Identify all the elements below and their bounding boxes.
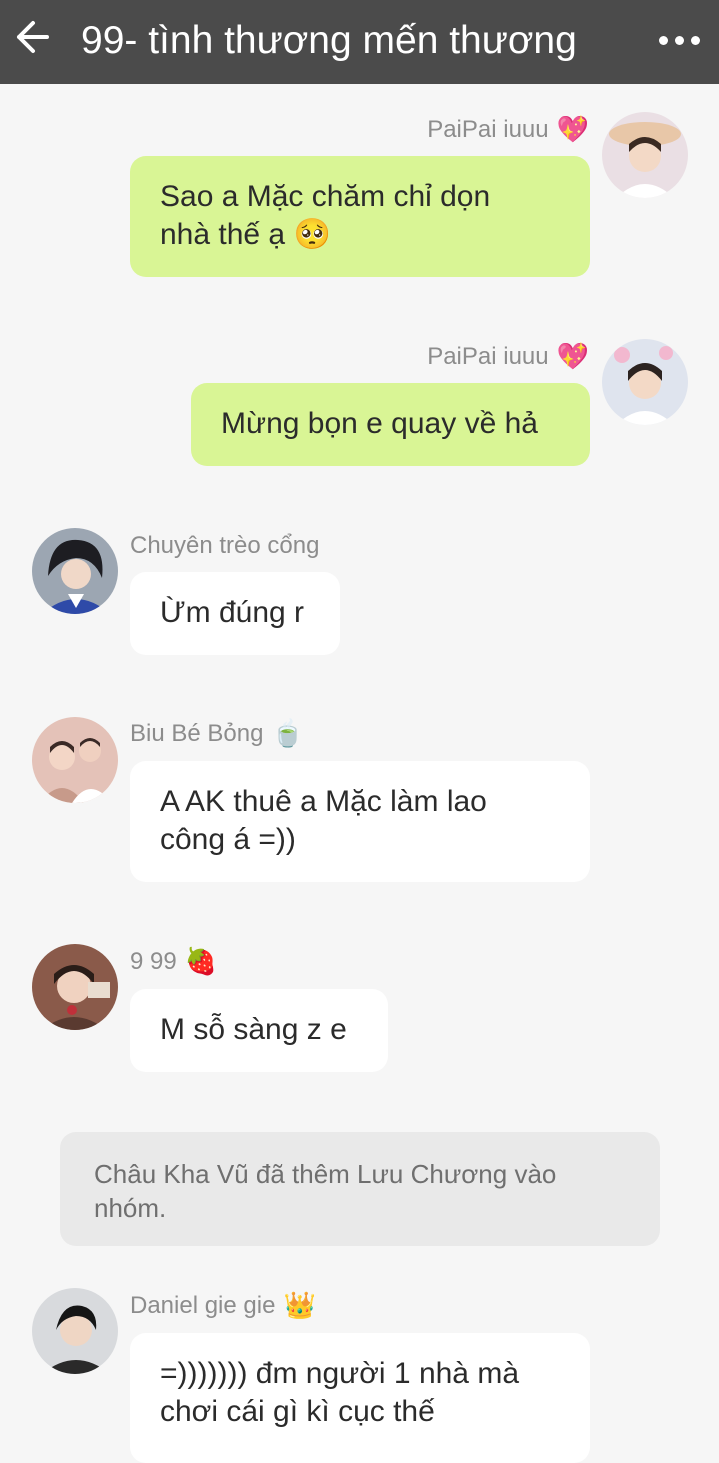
message-text: Sao a Mặc chăm chỉ dọn	[160, 180, 491, 213]
avatar-image	[32, 1288, 118, 1374]
message-sender: Daniel gie gie 👑	[130, 1292, 316, 1320]
message-text: nhà thế ạ 🥺	[160, 218, 331, 251]
sender-name: PaiPai iuuu	[427, 343, 549, 370]
back-button[interactable]	[8, 14, 54, 60]
sparkling-heart-icon: 💖	[556, 342, 589, 372]
more-options-button[interactable]	[651, 20, 707, 60]
message-bubble[interactable]: =))))))) đm người 1 nhà mà chơi cái gì k…	[130, 1333, 590, 1463]
system-notice-text: Châu Kha Vũ đã thêm Lưu Chương vào	[94, 1159, 557, 1189]
message-bubble[interactable]: Ừm đúng r	[130, 572, 340, 655]
message-text: công á =))	[160, 823, 296, 856]
page-title: 99- tình thương mến thương	[81, 19, 577, 62]
message-sender: 9 99 🍓	[130, 948, 217, 976]
sender-name: 9 99	[130, 948, 177, 975]
avatar[interactable]	[602, 112, 688, 198]
sender-name: PaiPai iuuu	[427, 116, 549, 143]
avatar-image	[602, 112, 688, 198]
hot-beverage-icon: 🍵	[271, 719, 304, 749]
more-dots-icon	[658, 35, 668, 45]
message-sender: PaiPai iuuu 💖	[427, 116, 589, 144]
top-bar: 99- tình thương mến thương	[0, 0, 719, 84]
sparkling-heart-icon: 💖	[556, 115, 589, 145]
message-text: chơi cái gì kì cục thế	[160, 1395, 435, 1428]
message-text: Mừng bọn e quay về hả	[221, 407, 538, 440]
avatar[interactable]	[32, 1288, 118, 1374]
sender-name: Daniel gie gie	[130, 1292, 276, 1319]
avatar-image	[32, 717, 118, 803]
avatar[interactable]	[602, 339, 688, 425]
message-text: Ừm đúng r	[160, 596, 305, 629]
avatar[interactable]	[32, 528, 118, 614]
crown-icon: 👑	[283, 1291, 316, 1321]
avatar-image	[32, 528, 118, 614]
arrow-left-icon	[17, 21, 49, 53]
message-sender: PaiPai iuuu 💖	[427, 343, 589, 371]
sender-name: Chuyên trèo cổng	[130, 532, 320, 559]
message-text: M sỗ sàng z e	[160, 1013, 347, 1046]
message-bubble[interactable]: A AK thuê a Mặc làm lao công á =))	[130, 761, 590, 882]
avatar-image	[602, 339, 688, 425]
message-sender: Biu Bé Bỏng 🍵	[130, 720, 304, 748]
sender-name: Biu Bé Bỏng	[130, 720, 264, 747]
message-bubble[interactable]: Sao a Mặc chăm chỉ dọn nhà thế ạ 🥺	[130, 156, 590, 277]
system-notice-text: nhóm.	[94, 1193, 167, 1223]
avatar-image	[32, 944, 118, 1030]
avatar[interactable]	[32, 944, 118, 1030]
message-bubble[interactable]: Mừng bọn e quay về hả	[191, 383, 590, 466]
strawberry-icon: 🍓	[184, 947, 218, 977]
message-text: A AK thuê a Mặc làm lao	[160, 785, 487, 818]
message-text: =))))))) đm người 1 nhà mà	[160, 1357, 520, 1390]
message-sender: Chuyên trèo cổng	[130, 532, 319, 560]
message-bubble[interactable]: M sỗ sàng z e	[130, 989, 388, 1072]
system-notice: Châu Kha Vũ đã thêm Lưu Chương vào nhóm.	[60, 1132, 660, 1246]
avatar[interactable]	[32, 717, 118, 803]
